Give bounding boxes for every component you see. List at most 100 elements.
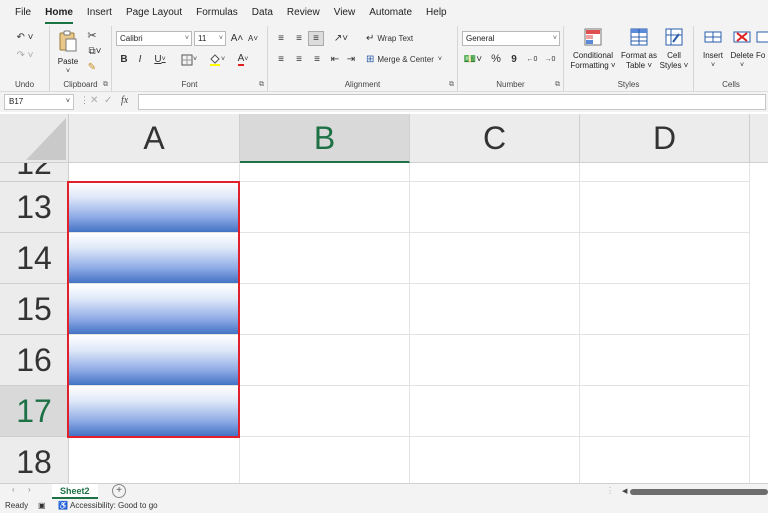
- cell-c16[interactable]: [410, 335, 580, 386]
- italic-button[interactable]: I: [134, 52, 146, 67]
- accounting-format-button[interactable]: 💵˅: [462, 52, 484, 66]
- cell-c15[interactable]: [410, 284, 580, 335]
- row-header-13[interactable]: 13: [0, 182, 69, 233]
- font-launcher-icon[interactable]: ⧉: [259, 81, 264, 89]
- tab-insert[interactable]: Insert: [80, 0, 119, 26]
- format-painter-button[interactable]: ✎: [84, 60, 100, 74]
- borders-button[interactable]: ˅: [178, 52, 200, 67]
- bold-button[interactable]: B: [118, 52, 130, 67]
- cell-c13[interactable]: [410, 182, 580, 233]
- cell-c14[interactable]: [410, 233, 580, 284]
- decrease-indent-button[interactable]: ⇤: [328, 52, 342, 66]
- cell-b16[interactable]: [240, 335, 410, 386]
- clipboard-launcher-icon[interactable]: ⧉: [103, 81, 108, 89]
- font-color-button[interactable]: A ˅: [232, 52, 254, 67]
- column-header-c[interactable]: C: [410, 114, 580, 163]
- accessibility-icon[interactable]: ♿: [58, 499, 68, 513]
- font-size-select[interactable]: 11 ˅: [194, 31, 226, 46]
- align-left-button[interactable]: ≡: [274, 52, 288, 66]
- cell-c18[interactable]: [410, 437, 580, 483]
- cell-d13[interactable]: [580, 182, 750, 233]
- percent-button[interactable]: %: [490, 52, 502, 66]
- cell-d15[interactable]: [580, 284, 750, 335]
- comma-button[interactable]: 9: [508, 52, 520, 66]
- align-middle-button[interactable]: ≡: [292, 31, 306, 45]
- cell-d12[interactable]: [580, 163, 750, 182]
- cut-button[interactable]: ✂: [84, 28, 100, 42]
- tab-home[interactable]: Home: [38, 0, 80, 26]
- tab-data[interactable]: Data: [245, 0, 280, 26]
- orientation-button[interactable]: ↗˅: [330, 31, 352, 45]
- row-header-16[interactable]: 16: [0, 335, 69, 386]
- tab-help[interactable]: Help: [419, 0, 454, 26]
- tab-view[interactable]: View: [327, 0, 363, 26]
- format-as-table-button[interactable]: Format as Table ˅: [620, 28, 658, 71]
- cell-d14[interactable]: [580, 233, 750, 284]
- cell-a12[interactable]: [69, 163, 240, 182]
- underline-button[interactable]: U˅: [150, 52, 170, 67]
- redo-button[interactable]: ↷ ˅: [12, 48, 38, 62]
- formula-input[interactable]: [138, 94, 766, 110]
- align-right-button[interactable]: ≡: [310, 52, 324, 66]
- row-header-18[interactable]: 18: [0, 437, 69, 483]
- cell-b14[interactable]: [240, 233, 410, 284]
- align-center-button[interactable]: ≡: [292, 52, 306, 66]
- tab-review[interactable]: Review: [280, 0, 327, 26]
- row-header-15[interactable]: 15: [0, 284, 69, 335]
- more-options-icon[interactable]: ⋮: [80, 95, 89, 106]
- cell-a13[interactable]: [69, 182, 240, 233]
- cell-a15[interactable]: [69, 284, 240, 335]
- copy-button[interactable]: ⧉˅: [84, 44, 106, 58]
- tab-file[interactable]: File: [8, 0, 38, 26]
- cell-b13[interactable]: [240, 182, 410, 233]
- cell-a17[interactable]: [69, 386, 240, 437]
- column-header-b[interactable]: B: [240, 114, 410, 163]
- conditional-formatting-button[interactable]: Conditional Formatting ˅: [568, 28, 618, 71]
- decrease-decimal-button[interactable]: →0: [542, 52, 558, 66]
- paste-button[interactable]: Paste ˅: [54, 30, 82, 77]
- increase-indent-button[interactable]: ⇥: [344, 52, 358, 66]
- grow-font-button[interactable]: A˄: [230, 31, 244, 46]
- fill-color-button[interactable]: ˅: [206, 52, 228, 67]
- cell-d18[interactable]: [580, 437, 750, 483]
- cell-b18[interactable]: [240, 437, 410, 483]
- cell-c12[interactable]: [410, 163, 580, 182]
- wrap-text-button[interactable]: ↵ Wrap Text: [366, 31, 422, 45]
- cell-styles-button[interactable]: Cell Styles ˅: [658, 28, 690, 71]
- cell-b17[interactable]: [240, 386, 410, 437]
- horizontal-scrollbar-thumb[interactable]: [630, 489, 768, 495]
- column-header-e[interactable]: [750, 114, 768, 163]
- format-cells-button[interactable]: Fo: [756, 28, 768, 61]
- scroll-right-icon[interactable]: ›: [28, 485, 31, 494]
- undo-button[interactable]: ↶ ˅: [12, 30, 38, 44]
- number-launcher-icon[interactable]: ⧉: [555, 81, 560, 89]
- cancel-entry-icon[interactable]: ✕: [90, 95, 98, 106]
- delete-cells-button[interactable]: Delete ˅: [728, 28, 756, 71]
- column-header-d[interactable]: D: [580, 114, 750, 163]
- column-header-a[interactable]: A: [69, 114, 240, 163]
- tab-automate[interactable]: Automate: [362, 0, 419, 26]
- accessibility-status[interactable]: Accessibility: Good to go: [70, 499, 158, 513]
- name-box[interactable]: B17 ˅: [4, 94, 74, 110]
- tab-formulas[interactable]: Formulas: [189, 0, 245, 26]
- row-header-12[interactable]: 12: [0, 163, 69, 182]
- insert-cells-button[interactable]: Insert ˅: [698, 28, 728, 71]
- select-all-corner[interactable]: [0, 114, 69, 163]
- tab-page-layout[interactable]: Page Layout: [119, 0, 189, 26]
- row-header-17[interactable]: 17: [0, 386, 69, 437]
- macro-record-icon[interactable]: ▣: [38, 499, 46, 513]
- shrink-font-button[interactable]: A˅: [246, 31, 260, 46]
- increase-decimal-button[interactable]: ←0: [524, 52, 540, 66]
- add-sheet-button[interactable]: +: [112, 484, 126, 498]
- cell-c17[interactable]: [410, 386, 580, 437]
- alignment-launcher-icon[interactable]: ⧉: [449, 81, 454, 89]
- sheet-tab-sheet2[interactable]: Sheet2: [52, 484, 98, 499]
- number-format-select[interactable]: General ˅: [462, 31, 560, 46]
- merge-center-button[interactable]: ⊞ Merge & Center ˅: [366, 52, 452, 66]
- cell-a18[interactable]: [69, 437, 240, 483]
- insert-function-icon[interactable]: fx: [121, 95, 128, 106]
- align-bottom-button[interactable]: ≡: [308, 31, 324, 46]
- scroll-left-arrow-icon[interactable]: ◀: [622, 487, 627, 495]
- cell-d17[interactable]: [580, 386, 750, 437]
- scroll-left-icon[interactable]: ‹: [12, 485, 15, 494]
